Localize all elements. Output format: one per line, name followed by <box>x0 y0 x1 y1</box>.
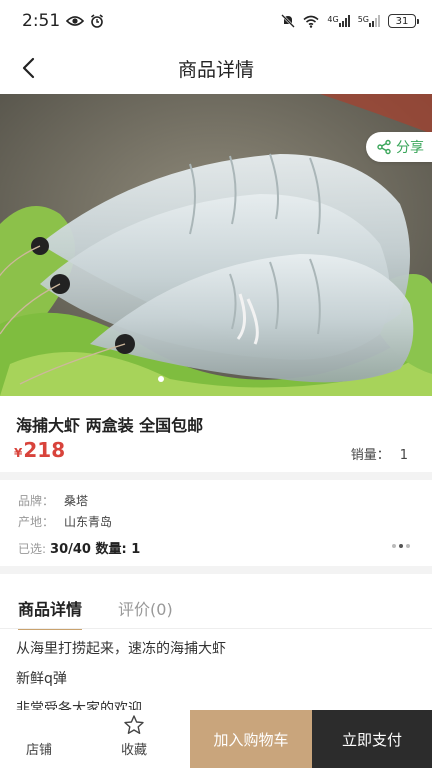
sales-value: 1 <box>399 448 408 463</box>
status-right: 4G 5G 31 <box>281 14 419 28</box>
bottom-action-bar: 店铺 收藏 加入购物车 立即支付 <box>0 710 432 768</box>
eye-icon <box>66 16 85 26</box>
sales-count: 销量： 1 <box>351 444 408 463</box>
detail-tabs: 商品详情 评价(0) <box>18 596 173 630</box>
status-left: 2:51 <box>22 11 104 31</box>
share-label: 分享 <box>396 140 424 156</box>
selected-value: 30/40 数量: 1 <box>50 542 141 557</box>
product-title: 海捕大虾 两盒装 全国包邮 <box>16 416 204 435</box>
network-4g-label: 4G <box>327 15 339 24</box>
signal-icon-2 <box>369 15 380 27</box>
tab-product-details[interactable]: 商品详情 <box>18 596 83 630</box>
share-button[interactable]: 分享 <box>366 132 432 162</box>
alarm-icon <box>91 14 104 28</box>
origin-label: 产地： <box>18 515 55 529</box>
add-to-cart-button[interactable]: 加入购物车 <box>190 710 312 768</box>
signal-icon <box>338 15 350 27</box>
star-icon <box>124 715 144 734</box>
image-indicator-dot <box>158 376 164 382</box>
spec-section: 品牌： 桑塔 产地： 山东青岛 已选: 30/40 数量: 1 <box>0 480 432 566</box>
battery-icon: 31 <box>388 14 419 28</box>
favorite-button[interactable]: 收藏 <box>78 710 190 768</box>
share-icon <box>377 139 391 155</box>
selected-spec-row[interactable]: 已选: 30/40 数量: 1 <box>18 538 140 557</box>
mute-icon <box>281 14 296 28</box>
price-value: 218 <box>23 438 66 462</box>
more-options-icon[interactable] <box>392 544 410 548</box>
wifi-icon <box>303 15 319 28</box>
origin-row: 产地： 山东青岛 <box>18 513 112 530</box>
product-price: ¥218 <box>14 438 65 462</box>
currency-symbol: ¥ <box>14 446 23 460</box>
brand-row: 品牌： 桑塔 <box>18 492 88 509</box>
origin-value: 山东青岛 <box>64 515 113 529</box>
brand-label: 品牌： <box>18 494 55 508</box>
status-bar: 2:51 4G 5G 31 <box>0 0 432 42</box>
buy-now-button[interactable]: 立即支付 <box>312 710 432 768</box>
tab-reviews[interactable]: 评价(0) <box>118 596 173 630</box>
description-line: 新鲜q弹 <box>16 671 67 687</box>
selected-label: 已选: <box>18 542 47 556</box>
battery-level: 31 <box>395 15 409 27</box>
brand-value: 桑塔 <box>64 494 89 508</box>
store-label: 店铺 <box>25 743 52 758</box>
favorite-label: 收藏 <box>120 743 147 758</box>
description-line: 从海里打捞起来，速冻的海捕大虾 <box>16 641 226 657</box>
product-info: 海捕大虾 两盒装 全国包邮 ¥218 销量： 1 <box>0 396 432 472</box>
chevron-left-icon <box>22 57 35 79</box>
tabs-divider <box>0 628 432 629</box>
nav-bar: 商品详情 <box>0 42 432 94</box>
page-title: 商品详情 <box>177 58 254 81</box>
back-button[interactable] <box>14 54 42 82</box>
detail-section: 商品详情 评价(0) 从海里打捞起来，速冻的海捕大虾 新鲜q弹 非常受各大家的欢… <box>0 574 432 712</box>
store-button[interactable]: 店铺 <box>0 710 78 768</box>
status-time: 2:51 <box>22 11 61 31</box>
sales-label: 销量： <box>350 448 390 463</box>
network-5g-label: 5G <box>357 15 369 24</box>
